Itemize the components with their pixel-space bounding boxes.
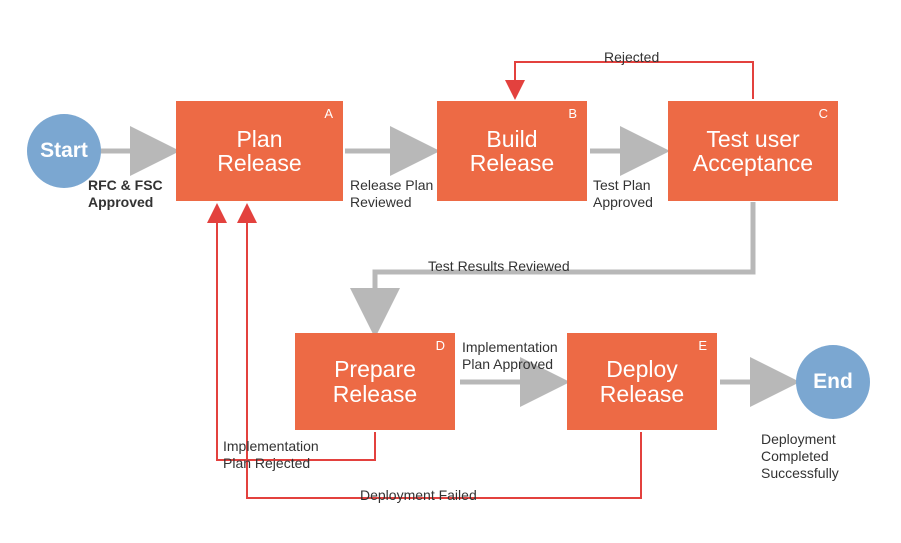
node-b: B Build Release	[437, 101, 587, 201]
label-d-a-rejected: Implementation Plan Rejected	[223, 438, 319, 472]
label-c-b-rejected: Rejected	[604, 49, 659, 66]
node-c: C Test user Acceptance	[668, 101, 838, 201]
label-a-b: Release Plan Reviewed	[350, 177, 433, 211]
node-end: End	[796, 345, 870, 419]
label-d-e: Implementation Plan Approved	[462, 339, 558, 373]
label-c-d: Test Results Reviewed	[428, 258, 570, 275]
node-e-label: Deploy Release	[600, 357, 684, 405]
node-a-tag: A	[324, 107, 333, 121]
node-c-label: Test user Acceptance	[693, 127, 813, 175]
arrow-c-to-b-rejected	[515, 62, 753, 99]
node-c-tag: C	[819, 107, 828, 121]
label-b-c: Test Plan Approved	[593, 177, 653, 211]
node-e: E Deploy Release	[567, 333, 717, 430]
label-e-end: Deployment Completed Successfully	[761, 431, 839, 481]
node-b-tag: B	[568, 107, 577, 121]
label-e-a-rejected: Deployment Failed	[360, 487, 477, 504]
node-a-label: Plan Release	[217, 127, 301, 175]
label-start-a: RFC & FSC Approved	[88, 177, 163, 211]
node-b-label: Build Release	[470, 127, 554, 175]
node-d-label: Prepare Release	[333, 357, 417, 405]
node-a: A Plan Release	[176, 101, 343, 201]
release-flow-diagram: Start End A Plan Release B Build Release…	[0, 0, 901, 543]
node-e-tag: E	[698, 339, 707, 353]
node-d-tag: D	[436, 339, 445, 353]
node-start-label: Start	[40, 139, 88, 163]
node-end-label: End	[813, 370, 853, 394]
node-d: D Prepare Release	[295, 333, 455, 430]
